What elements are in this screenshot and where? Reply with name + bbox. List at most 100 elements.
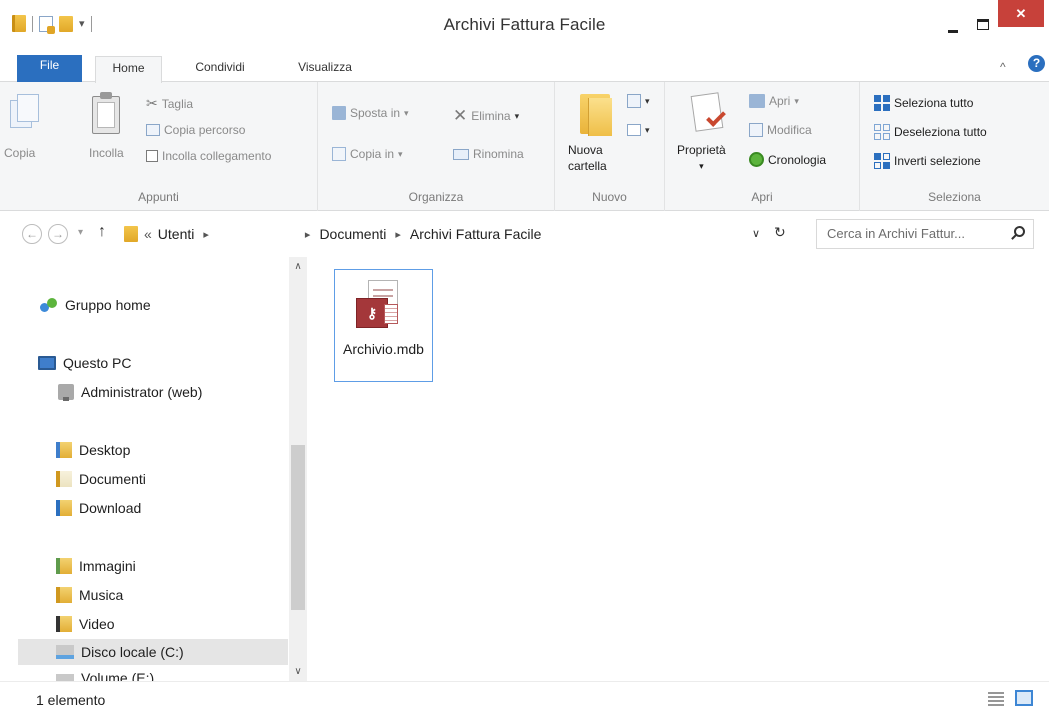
back-arrow-icon: ← [26, 227, 38, 241]
copy-path-button[interactable]: Copia percorso [146, 123, 245, 137]
breadcrumb-chevron-icon[interactable]: ▸ [305, 228, 311, 241]
recent-locations-icon[interactable]: ▾ [78, 227, 83, 238]
chevron-down-icon: ▾ [645, 95, 650, 106]
properties-icon [690, 92, 727, 134]
chevron-down-icon: ▾ [645, 124, 650, 135]
nav-pane-scrollbar[interactable]: ∧ ∨ [289, 257, 307, 681]
rename-label: Rinomina [473, 147, 524, 161]
tab-file[interactable]: File [17, 55, 82, 82]
large-icons-view-icon[interactable] [1015, 690, 1033, 706]
cut-button[interactable]: ✂ Taglia [146, 95, 193, 112]
nav-item-local-disk-c[interactable]: Disco locale (C:) [18, 639, 288, 665]
nav-item-video[interactable]: Video [56, 611, 326, 637]
breadcrumb-documenti[interactable]: Documenti [319, 226, 386, 242]
invert-selection-button[interactable]: Inverti selezione [874, 153, 981, 169]
local-disk-icon [56, 645, 74, 659]
volume-icon [56, 674, 74, 681]
nav-item-desktop[interactable]: Desktop [56, 437, 326, 463]
ribbon-collapse-icon[interactable]: ^ [1000, 60, 1006, 74]
scissors-icon: ✂ [146, 95, 158, 111]
maximize-button[interactable] [968, 10, 998, 38]
breadcrumb-utenti[interactable]: Utenti [158, 226, 195, 242]
nav-item-music[interactable]: Musica [56, 582, 326, 608]
select-all-button[interactable]: Seleziona tutto [874, 95, 973, 111]
tab-home[interactable]: Home [95, 56, 162, 83]
scrollbar-thumb[interactable] [291, 445, 305, 610]
copy-button[interactable]: Copia [4, 146, 35, 160]
nav-item-label: Documenti [79, 471, 146, 487]
address-folder-icon [124, 226, 138, 242]
ribbon-tabs: File Home Condividi Visualizza ^ ? [0, 50, 1049, 83]
maximize-icon [977, 18, 989, 30]
up-button[interactable]: ↑ [98, 223, 106, 241]
paste-shortcut-button[interactable]: Incolla collegamento [146, 149, 271, 163]
nav-item-volume-e[interactable]: Volume (E:) [56, 668, 326, 681]
breadcrumb-overflow[interactable]: « [144, 226, 152, 242]
nav-item-label: Download [79, 500, 142, 516]
history-button[interactable]: Cronologia [749, 152, 826, 167]
navigation-pane: Gruppo home Questo PC Administrator (web… [18, 257, 308, 681]
nav-item-homegroup[interactable]: Gruppo home [40, 292, 310, 318]
paste-icon [92, 92, 122, 134]
edit-label: Modifica [767, 123, 812, 137]
nav-item-label: Questo PC [63, 355, 132, 371]
paste-shortcut-label: Incolla collegamento [162, 149, 272, 163]
copy-to-button[interactable]: Copia in ▾ [332, 147, 403, 161]
chevron-down-icon: ▾ [794, 95, 799, 106]
scroll-down-icon[interactable]: ∨ [289, 666, 307, 677]
item-count: 1 elemento [36, 692, 106, 708]
invert-selection-icon [874, 153, 890, 169]
open-button[interactable]: Apri ▾ [749, 94, 799, 108]
nav-item-this-pc[interactable]: Questo PC [38, 350, 308, 376]
minimize-button[interactable] [938, 14, 968, 42]
nav-item-documents[interactable]: Documenti [56, 466, 326, 492]
breadcrumb-chevron-icon[interactable]: ▸ [203, 228, 209, 241]
rename-button[interactable]: Rinomina [453, 147, 524, 161]
breadcrumb-current[interactable]: Archivi Fattura Facile [410, 226, 541, 242]
move-to-button[interactable]: Sposta in ▾ [332, 106, 409, 120]
address-bar[interactable]: « Utenti ▸ ▸ Documenti ▸ Archivi Fattura… [120, 219, 800, 249]
nav-item-download[interactable]: Download [56, 495, 326, 521]
nav-item-pictures[interactable]: Immagini [56, 553, 326, 579]
select-all-label: Seleziona tutto [894, 96, 974, 110]
properties-button[interactable]: Proprietà ▾ [677, 142, 726, 174]
homegroup-icon [40, 298, 58, 312]
help-icon[interactable]: ? [1028, 55, 1045, 72]
address-row: ← → ▾ ↑ « Utenti ▸ ▸ Documenti ▸ Archivi… [0, 211, 1049, 257]
history-label: Cronologia [768, 152, 827, 167]
scroll-up-icon[interactable]: ∧ [289, 261, 307, 272]
easy-access-button[interactable]: ▾ [627, 124, 650, 136]
edit-button[interactable]: Modifica [749, 123, 812, 137]
delete-button[interactable]: ✕ Elimina ▾ [453, 106, 519, 126]
new-folder-button[interactable]: Nuova cartella [568, 142, 607, 174]
nav-item-label: Video [79, 616, 115, 632]
tab-view[interactable]: Visualizza [280, 56, 370, 83]
search-icon[interactable] [1014, 226, 1025, 237]
group-label-new: Nuovo [592, 190, 627, 204]
back-button[interactable]: ← [22, 224, 42, 244]
paste-button[interactable]: Incolla [89, 146, 124, 160]
file-list: ⚷ Archivio.mdb [310, 257, 1049, 681]
nav-item-label: Musica [79, 587, 124, 603]
nav-item-administrator-web[interactable]: Administrator (web) [58, 379, 328, 405]
select-none-button[interactable]: Deseleziona tutto [874, 124, 987, 140]
new-item-button[interactable]: ▾ [627, 94, 650, 108]
tab-share[interactable]: Condividi [175, 56, 265, 83]
network-drive-icon [58, 384, 74, 401]
details-view-icon[interactable] [988, 692, 1004, 706]
window-title: Archivi Fattura Facile [443, 15, 606, 34]
copy-icon [10, 94, 40, 132]
history-icon [749, 152, 764, 167]
breadcrumb-chevron-icon[interactable]: ▸ [395, 228, 401, 241]
nav-item-label: Volume (E:) [81, 670, 155, 681]
pc-icon [38, 356, 56, 370]
search-input[interactable]: Cerca in Archivi Fattur... [816, 219, 1034, 249]
chevron-down-icon: ▾ [699, 161, 704, 171]
close-button[interactable]: ✕ [998, 0, 1044, 27]
refresh-icon[interactable]: ↻ [774, 224, 786, 241]
chevron-down-icon: ▾ [514, 110, 520, 121]
forward-button[interactable]: → [48, 224, 68, 244]
paste-shortcut-icon [146, 150, 158, 162]
address-dropdown-icon[interactable]: ∨ [752, 227, 760, 240]
file-item[interactable]: ⚷ Archivio.mdb [334, 269, 433, 382]
